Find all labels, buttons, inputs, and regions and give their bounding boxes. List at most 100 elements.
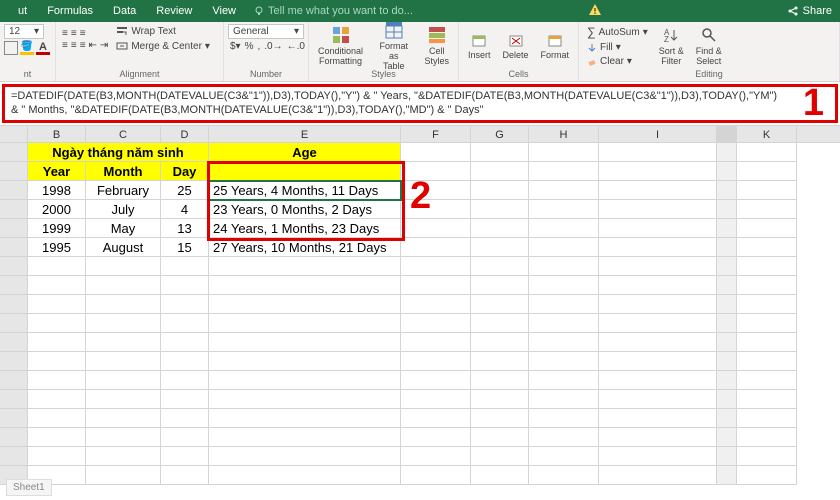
cell[interactable] bbox=[86, 390, 161, 409]
font-color-button[interactable]: A bbox=[36, 41, 50, 55]
cell[interactable] bbox=[737, 466, 797, 485]
cell[interactable] bbox=[599, 428, 717, 447]
cell[interactable] bbox=[28, 314, 86, 333]
row-header[interactable] bbox=[0, 447, 28, 466]
row-header[interactable] bbox=[0, 295, 28, 314]
cell[interactable] bbox=[401, 409, 471, 428]
align-center-icon[interactable]: ≡ bbox=[71, 40, 77, 51]
cell[interactable] bbox=[86, 409, 161, 428]
cell[interactable] bbox=[209, 162, 401, 181]
cell[interactable] bbox=[161, 390, 209, 409]
tab-data[interactable]: Data bbox=[103, 0, 146, 22]
cell[interactable] bbox=[599, 276, 717, 295]
cell[interactable] bbox=[471, 276, 529, 295]
row-header[interactable] bbox=[0, 428, 28, 447]
cell[interactable] bbox=[737, 200, 797, 219]
cell-styles-button[interactable]: Cell Styles bbox=[419, 24, 454, 68]
cell[interactable] bbox=[401, 447, 471, 466]
row-header[interactable] bbox=[0, 238, 28, 257]
cell[interactable] bbox=[529, 314, 599, 333]
cell[interactable] bbox=[209, 409, 401, 428]
cell[interactable] bbox=[401, 390, 471, 409]
cell[interactable] bbox=[209, 295, 401, 314]
col-header-d[interactable]: D bbox=[161, 126, 209, 142]
cell[interactable] bbox=[209, 466, 401, 485]
cell[interactable] bbox=[401, 143, 471, 162]
align-left-icon[interactable]: ≡ bbox=[62, 40, 68, 51]
cell[interactable] bbox=[599, 390, 717, 409]
cell[interactable]: May bbox=[86, 219, 161, 238]
cell[interactable] bbox=[529, 219, 599, 238]
cell[interactable] bbox=[401, 314, 471, 333]
cell[interactable] bbox=[737, 314, 797, 333]
cell[interactable]: Age bbox=[209, 143, 401, 162]
cell[interactable] bbox=[599, 200, 717, 219]
sort-filter-button[interactable]: AZSort & Filter bbox=[654, 24, 689, 68]
cell[interactable]: 23 Years, 0 Months, 2 Days bbox=[209, 200, 401, 219]
cell[interactable] bbox=[471, 466, 529, 485]
sheet-tab[interactable]: Sheet1 bbox=[6, 479, 52, 496]
cell[interactable] bbox=[529, 390, 599, 409]
percent-button[interactable]: % bbox=[245, 41, 254, 52]
comma-button[interactable]: , bbox=[258, 41, 261, 52]
cell[interactable] bbox=[529, 371, 599, 390]
cell[interactable] bbox=[737, 447, 797, 466]
cell[interactable]: Day bbox=[161, 162, 209, 181]
cell[interactable] bbox=[28, 409, 86, 428]
cell[interactable] bbox=[599, 314, 717, 333]
col-header-f[interactable]: F bbox=[401, 126, 471, 142]
cell[interactable] bbox=[28, 257, 86, 276]
cell[interactable] bbox=[86, 314, 161, 333]
cell[interactable] bbox=[28, 428, 86, 447]
currency-button[interactable]: $▾ bbox=[230, 41, 241, 52]
tab-view[interactable]: View bbox=[202, 0, 246, 22]
format-button[interactable]: Format bbox=[536, 30, 575, 62]
cell[interactable] bbox=[529, 200, 599, 219]
cell[interactable] bbox=[529, 409, 599, 428]
row-header[interactable] bbox=[0, 276, 28, 295]
row-header[interactable] bbox=[0, 390, 28, 409]
share-button[interactable]: Share bbox=[787, 5, 832, 17]
cell[interactable] bbox=[161, 295, 209, 314]
cell[interactable] bbox=[599, 295, 717, 314]
cell[interactable] bbox=[737, 371, 797, 390]
align-right-icon[interactable]: ≡ bbox=[80, 40, 86, 51]
tab-formulas[interactable]: Formulas bbox=[37, 0, 103, 22]
cell[interactable] bbox=[86, 428, 161, 447]
cell[interactable] bbox=[28, 447, 86, 466]
cell[interactable] bbox=[86, 257, 161, 276]
cell[interactable] bbox=[209, 371, 401, 390]
cell[interactable] bbox=[471, 352, 529, 371]
cell[interactable] bbox=[28, 333, 86, 352]
cell[interactable] bbox=[599, 143, 717, 162]
tab-review[interactable]: Review bbox=[146, 0, 202, 22]
cell[interactable] bbox=[86, 352, 161, 371]
cell[interactable] bbox=[529, 162, 599, 181]
row-header[interactable] bbox=[0, 409, 28, 428]
cell[interactable] bbox=[529, 333, 599, 352]
cell[interactable] bbox=[737, 181, 797, 200]
cell[interactable] bbox=[161, 466, 209, 485]
cell[interactable] bbox=[161, 371, 209, 390]
cell[interactable] bbox=[737, 352, 797, 371]
cell[interactable] bbox=[471, 447, 529, 466]
cell[interactable] bbox=[161, 257, 209, 276]
delete-button[interactable]: Delete bbox=[498, 30, 534, 62]
cell[interactable] bbox=[599, 238, 717, 257]
cell[interactable] bbox=[471, 219, 529, 238]
cell[interactable] bbox=[529, 143, 599, 162]
select-all-corner[interactable] bbox=[0, 126, 28, 142]
cell[interactable] bbox=[86, 333, 161, 352]
col-header-g[interactable]: G bbox=[471, 126, 529, 142]
cell[interactable] bbox=[161, 428, 209, 447]
col-header-h[interactable]: H bbox=[529, 126, 599, 142]
col-header-i[interactable]: I bbox=[599, 126, 717, 142]
cell[interactable] bbox=[737, 295, 797, 314]
format-as-table-button[interactable]: Format as Table bbox=[370, 19, 417, 73]
formula-bar[interactable]: =DATEDIF(DATE(B3,MONTH(DATEVALUE(C3&"1")… bbox=[2, 84, 838, 123]
cell[interactable] bbox=[599, 257, 717, 276]
tell-me-search[interactable]: Tell me what you want to do... bbox=[246, 5, 413, 17]
cell[interactable]: 25 bbox=[161, 181, 209, 200]
cell[interactable] bbox=[209, 314, 401, 333]
cell[interactable] bbox=[28, 295, 86, 314]
